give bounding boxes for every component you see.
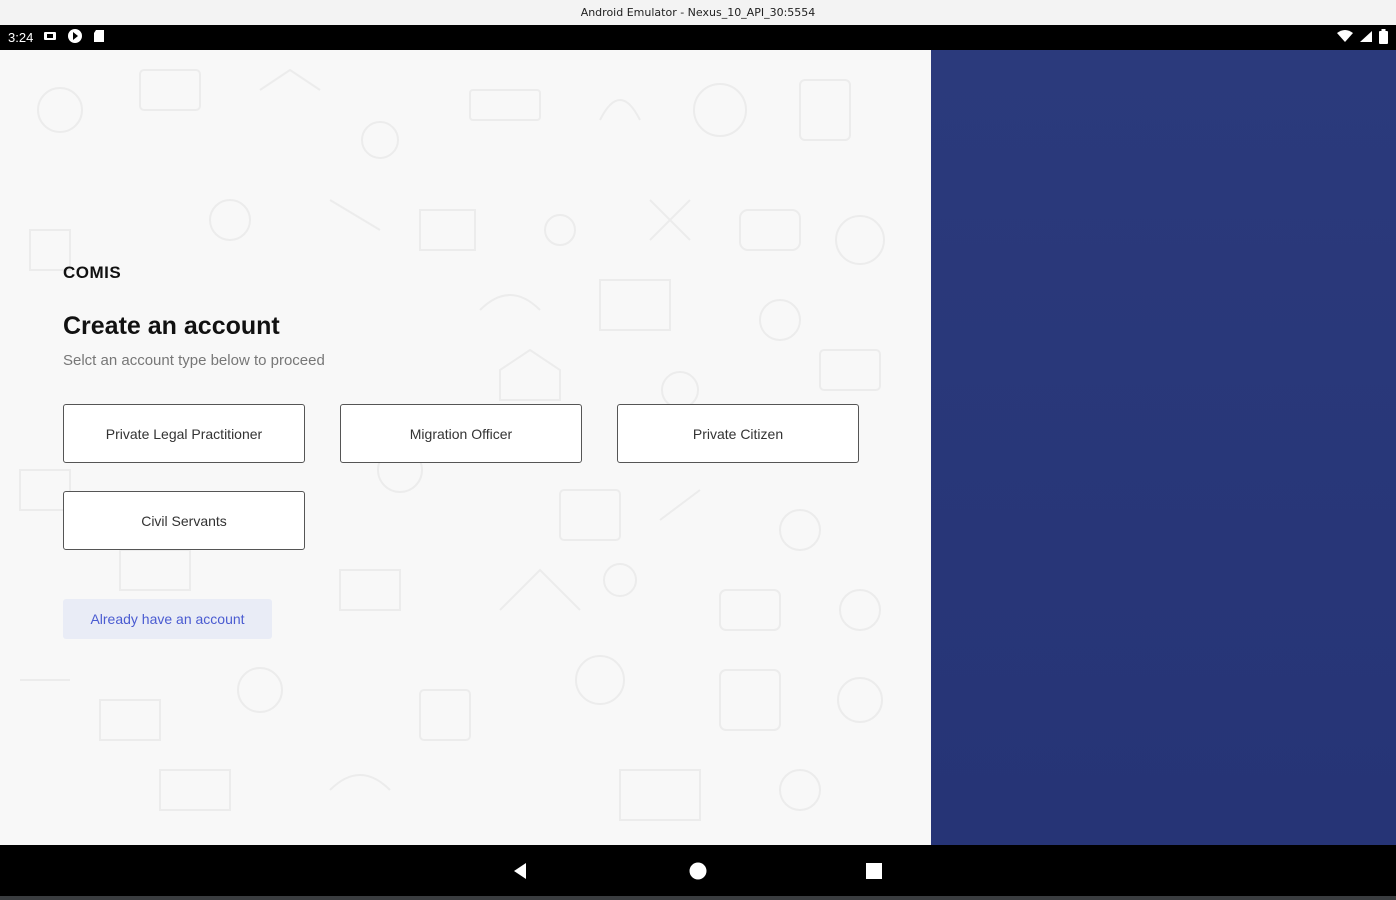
migration-officer-button[interactable]: Migration Officer	[340, 404, 582, 463]
wifi-icon	[1337, 29, 1353, 46]
recents-icon[interactable]	[860, 857, 888, 885]
brand-side-panel	[931, 50, 1396, 845]
battery-icon	[1379, 28, 1388, 47]
private-citizen-button[interactable]: Private Citizen	[617, 404, 859, 463]
signup-panel: COMIS Create an account Selct an account…	[0, 50, 931, 845]
signal-icon	[1359, 30, 1373, 46]
home-icon[interactable]	[684, 857, 712, 885]
status-time: 3:24	[8, 30, 34, 45]
google-play-icon	[67, 28, 83, 47]
status-bar: 3:24	[0, 25, 1396, 50]
brand-logo: COMIS	[63, 263, 122, 282]
page-title: Create an account	[63, 312, 280, 340]
login-link[interactable]: Already have an account	[63, 599, 272, 639]
window-titlebar: Android Emulator - Nexus_10_API_30:5554	[0, 0, 1396, 25]
navigation-bar	[0, 845, 1396, 896]
back-icon[interactable]	[506, 857, 534, 885]
civil-servants-button[interactable]: Civil Servants	[63, 491, 305, 550]
window-title: Android Emulator - Nexus_10_API_30:5554	[580, 6, 816, 19]
private-legal-practitioner-button[interactable]: Private Legal Practitioner	[63, 404, 305, 463]
page-subtitle: Selct an account type below to proceed	[63, 352, 325, 369]
sd-card-icon	[93, 29, 105, 46]
window-bottom-edge	[0, 896, 1396, 900]
sim-card-icon	[43, 30, 57, 45]
